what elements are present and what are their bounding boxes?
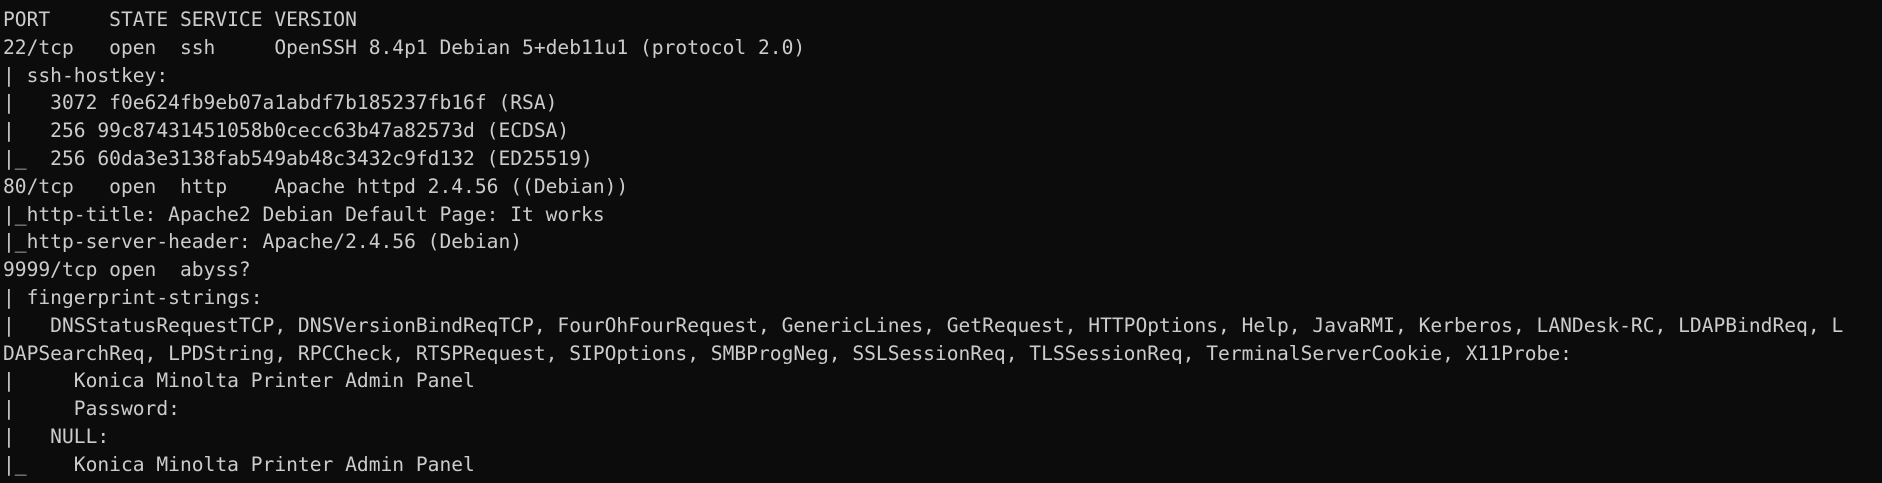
- terminal-output[interactable]: PORT STATE SERVICE VERSION 22/tcp open s…: [0, 0, 1882, 483]
- output-line: 80/tcp open http Apache httpd 2.4.56 ((D…: [3, 174, 629, 198]
- output-line: |_http-title: Apache2 Debian Default Pag…: [3, 202, 605, 226]
- output-line: 22/tcp open ssh OpenSSH 8.4p1 Debian 5+d…: [3, 35, 806, 59]
- output-line: |_http-server-header: Apache/2.4.56 (Deb…: [3, 230, 523, 254]
- output-line: | ssh-hostkey:: [3, 63, 169, 87]
- output-line: DAPSearchReq, LPDString, RPCCheck, RTSPR…: [3, 341, 1572, 365]
- output-line: | 3072 f0e624fb9eb07a1abdf7b185237fb16f …: [3, 91, 558, 115]
- output-line: | fingerprint-strings:: [3, 285, 263, 309]
- output-line: |_ Konica Minolta Printer Admin Panel: [3, 452, 475, 476]
- output-line: | NULL:: [3, 424, 110, 448]
- output-line: | Konica Minolta Printer Admin Panel: [3, 369, 475, 393]
- output-line: PORT STATE SERVICE VERSION: [3, 8, 357, 31]
- output-line: | 256 99c87431451058b0cecc63b47a82573d (…: [3, 119, 570, 143]
- output-line: | DNSStatusRequestTCP, DNSVersionBindReq…: [3, 313, 1844, 337]
- output-line: 9999/tcp open abyss?: [3, 258, 251, 282]
- output-line: |_ 256 60da3e3138fab549ab48c3432c9fd132 …: [3, 146, 593, 170]
- output-line: | Password:: [3, 397, 180, 421]
